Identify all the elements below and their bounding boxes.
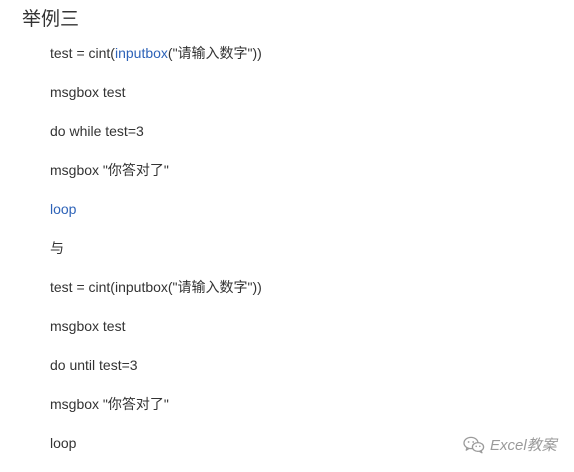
wechat-icon xyxy=(463,436,485,454)
code-line-7: test = cint(inputbox("请输入数字")) xyxy=(50,278,262,296)
code-keyword: inputbox xyxy=(114,45,168,61)
code-text: do until test=3 xyxy=(50,357,138,373)
code-line-10: msgbox "你答对了" xyxy=(50,395,169,413)
watermark-text: Excel教案 xyxy=(490,437,557,454)
watermark: Excel教案 xyxy=(463,434,557,455)
code-text: msgbox test xyxy=(50,84,126,100)
section-heading: 举例三 xyxy=(22,8,80,30)
code-line-3: do while test=3 xyxy=(50,122,144,140)
code-text: do while test=3 xyxy=(50,123,144,139)
code-line-4: msgbox "你答对了" xyxy=(50,161,169,179)
code-line-2: msgbox test xyxy=(50,83,125,101)
code-text: test = cint(inputbox("请输入数字")) xyxy=(50,279,262,295)
code-line-6: 与 xyxy=(50,239,64,257)
code-text: loop xyxy=(50,435,77,451)
code-line-1: test = cint(inputbox("请输入数字")) xyxy=(50,44,262,62)
code-line-8: msgbox test xyxy=(50,317,125,335)
code-text: test = cint( xyxy=(50,45,115,61)
code-line-5: loop xyxy=(50,200,76,218)
code-line-9: do until test=3 xyxy=(50,356,138,374)
code-text: msgbox test xyxy=(50,318,126,334)
code-text: msgbox "你答对了" xyxy=(50,396,169,412)
code-text: ("请输入数字")) xyxy=(167,45,262,61)
code-text: 与 xyxy=(50,240,64,256)
code-text: msgbox "你答对了" xyxy=(50,162,169,178)
code-line-11: loop xyxy=(50,434,76,452)
code-keyword: loop xyxy=(50,201,77,217)
